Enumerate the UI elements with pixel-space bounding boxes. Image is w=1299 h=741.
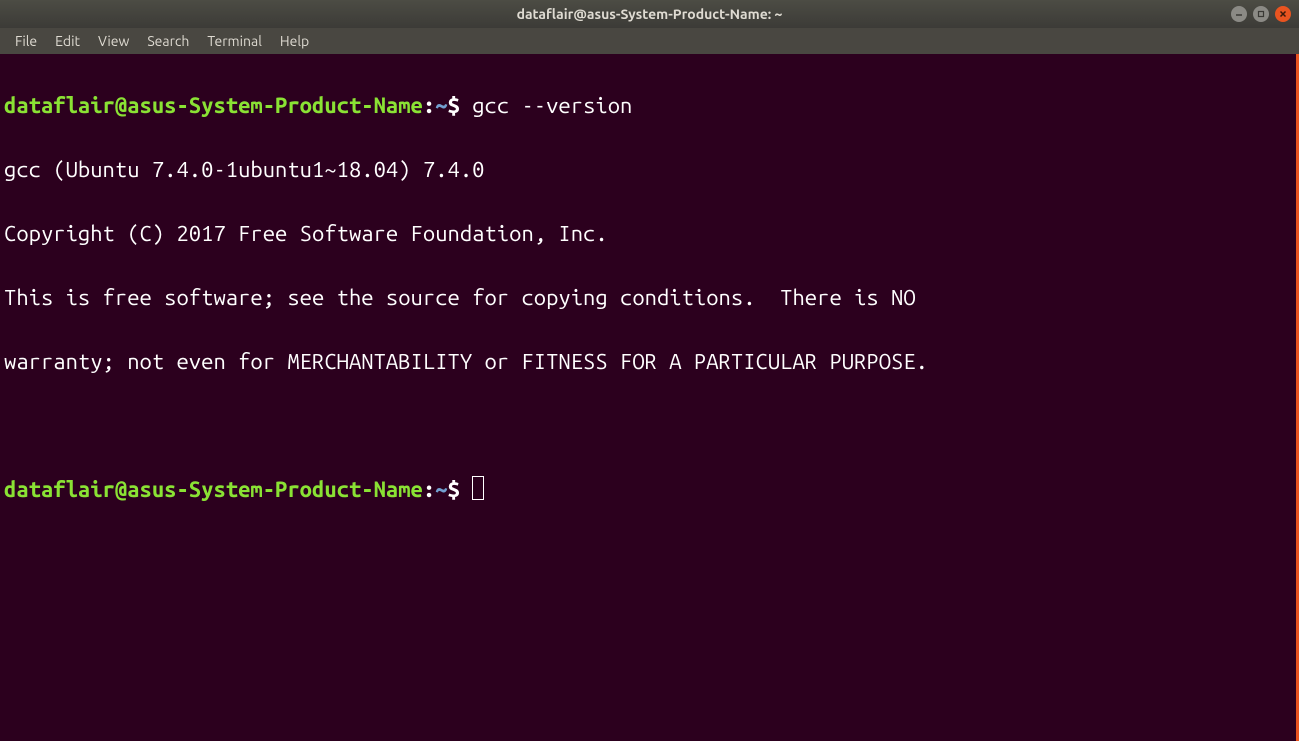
menu-help[interactable]: Help [271,30,318,52]
blank-line [4,410,1295,442]
command-text: gcc --version [472,93,632,118]
output-line: This is free software; see the source fo… [4,282,1295,314]
output-line: gcc (Ubuntu 7.4.0-1ubuntu1~18.04) 7.4.0 [4,154,1295,186]
prompt-path: ~ [435,477,447,502]
window-title: dataflair@asus-System-Product-Name: ~ [517,6,783,22]
menu-edit[interactable]: Edit [46,30,89,52]
prompt-user-host: dataflair@asus-System-Product-Name [4,93,423,118]
maximize-icon [1257,10,1265,18]
prompt-dollar: $ [448,93,473,118]
output-line: Copyright (C) 2017 Free Software Foundat… [4,218,1295,250]
menu-search[interactable]: Search [138,30,198,52]
menu-file[interactable]: File [6,30,46,52]
window-controls [1231,6,1291,22]
prompt-user-host: dataflair@asus-System-Product-Name [4,477,423,502]
menu-view[interactable]: View [89,30,138,52]
minimize-icon [1235,10,1243,18]
close-icon [1279,10,1287,18]
maximize-button[interactable] [1253,6,1269,22]
close-button[interactable] [1275,6,1291,22]
menu-terminal[interactable]: Terminal [198,30,271,52]
cursor-icon [472,476,484,500]
output-line: warranty; not even for MERCHANTABILITY o… [4,346,1295,378]
prompt-colon: : [423,93,435,118]
prompt-line-2: dataflair@asus-System-Product-Name:~$ [4,474,1295,506]
prompt-colon: : [423,477,435,502]
menubar: File Edit View Search Terminal Help [0,28,1299,54]
prompt-path: ~ [435,93,447,118]
prompt-dollar: $ [448,477,473,502]
minimize-button[interactable] [1231,6,1247,22]
window-titlebar: dataflair@asus-System-Product-Name: ~ [0,0,1299,28]
prompt-line-1: dataflair@asus-System-Product-Name:~$ gc… [4,90,1295,122]
terminal-area[interactable]: dataflair@asus-System-Product-Name:~$ gc… [0,54,1299,741]
